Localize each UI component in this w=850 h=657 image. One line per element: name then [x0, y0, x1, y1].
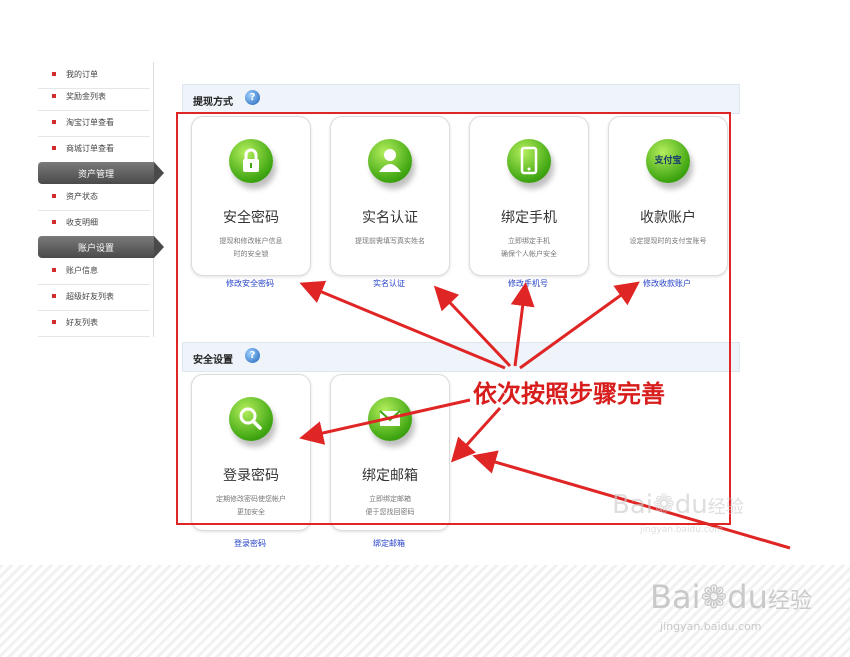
instruction-callout: 依次按照步骤完善 — [473, 380, 665, 408]
paw-icon: ❁ — [700, 578, 728, 616]
paw-icon: ❁ — [653, 490, 675, 520]
annotation-arrows — [299, 280, 791, 550]
watermark-logo: Bai❁du经验 — [650, 578, 812, 616]
watermark-url: jingyan.baidu.com — [640, 525, 724, 535]
watermark-url: jingyan.baidu.com — [660, 620, 762, 633]
watermark-logo: Bai❁du经验 — [612, 490, 744, 520]
